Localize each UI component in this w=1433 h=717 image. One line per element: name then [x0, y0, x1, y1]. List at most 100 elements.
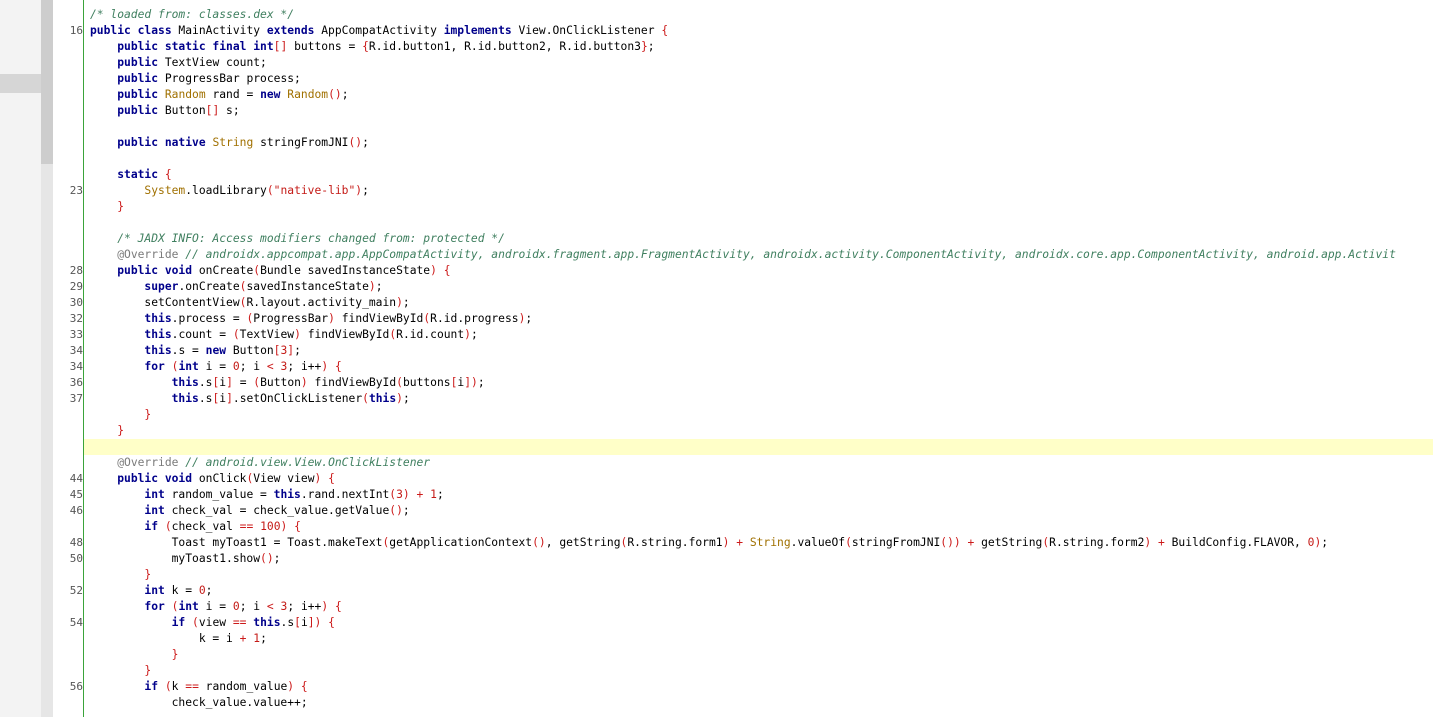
code-token: ; i++ — [287, 360, 322, 373]
code-line[interactable]: this.count = (TextView) findViewById(R.i… — [84, 327, 1433, 343]
line-number: 44 — [69, 472, 83, 485]
code-token: // android.view.View.OnClickListener — [185, 456, 431, 469]
code-token: for — [144, 360, 165, 373]
code-token: ; — [436, 488, 444, 501]
code-line[interactable]: check_value.value++; — [84, 695, 1433, 711]
code-token: ; — [205, 584, 213, 597]
code-line[interactable]: public void onCreate(Bundle savedInstanc… — [84, 263, 1433, 279]
code-line[interactable]: Toast myToast1 = Toast.makeText (getAppli… — [84, 535, 1433, 551]
code-line-text: } — [90, 647, 179, 663]
code-line[interactable]: public native String stringFromJNI(); — [84, 135, 1433, 151]
code-token: 3 — [396, 488, 403, 501]
code-line-text: public void onCreate(Bundle savedInstanc… — [90, 263, 450, 279]
code-token: Button — [158, 104, 206, 117]
code-token: .setOnClickListener — [232, 392, 363, 405]
code-line-text: for (int i = 0; i < 3; i++) { — [90, 599, 341, 615]
code-line[interactable]: if (check_val == 100) { — [84, 519, 1433, 535]
code-line[interactable]: /* JADX INFO: Access modifiers changed f… — [84, 231, 1433, 247]
code-token: () — [328, 88, 342, 101]
line-number: 30 — [69, 296, 83, 309]
code-line-text: this.count = (TextView) findViewById(R.i… — [90, 327, 477, 343]
code-line[interactable]: public void onClick(View view) { — [84, 471, 1433, 487]
code-line[interactable]: } — [84, 407, 1433, 423]
code-line[interactable]: public Button[] s; — [84, 103, 1433, 119]
code-line[interactable]: if (view == this.s[i]) { — [84, 615, 1433, 631]
code-token: ; i — [239, 600, 267, 613]
code-line-text: if (view == this.s[i]) { — [90, 615, 335, 631]
code-token: s; — [219, 104, 240, 117]
file-tree-selected-item[interactable] — [0, 74, 41, 93]
code-line[interactable]: public TextView count; — [84, 55, 1433, 71]
code-line[interactable]: } — [84, 199, 1433, 215]
code-line[interactable]: this.s[i] = (Button) findViewById(button… — [84, 375, 1433, 391]
code-line[interactable] — [84, 151, 1433, 167]
code-line[interactable]: myToast1.show(); — [84, 551, 1433, 567]
code-line[interactable]: setContentView(R.layout.activity_main); — [84, 295, 1433, 311]
code-line[interactable]: int random_value = this.rand.nextInt(3) … — [84, 487, 1433, 503]
code-line[interactable] — [84, 215, 1433, 231]
code-token: ) — [396, 392, 403, 405]
code-token: .s — [280, 616, 295, 629]
code-line-text: } — [90, 423, 124, 439]
code-line[interactable]: /* loaded from: classes.dex */ — [84, 7, 1433, 23]
code-token: ; — [402, 296, 410, 309]
code-line[interactable]: int k = 0; — [84, 583, 1433, 599]
code-line[interactable]: @Override // androidx.appcompat.app.AppC… — [84, 247, 1433, 263]
code-viewer-window: ⋮ 16232829303233343436374445464850525456… — [0, 0, 1433, 717]
code-line[interactable] — [84, 119, 1433, 135]
code-line-text: for (int i = 0; i < 3; i++) { — [90, 359, 341, 375]
code-line[interactable]: public class MainActivity extends AppCom… — [84, 23, 1433, 39]
code-line[interactable]: System.loadLibrary("native-lib"); — [84, 183, 1433, 199]
code-line[interactable]: } — [84, 423, 1433, 439]
file-tree-scrollbar-thumb[interactable] — [41, 0, 53, 164]
code-token: k = i — [90, 632, 240, 645]
code-line-text: /* JADX INFO: Access modifiers changed f… — [90, 231, 505, 247]
current-line-highlight[interactable] — [84, 439, 1433, 455]
code-line[interactable]: k = i + 1; — [84, 631, 1433, 647]
code-line[interactable]: this.process = (ProgressBar) findViewByI… — [84, 311, 1433, 327]
code-token: onClick — [192, 472, 247, 485]
code-line[interactable]: for (int i = 0; i < 3; i++) { — [84, 599, 1433, 615]
code-line-text: } — [90, 407, 151, 423]
code-token: public class — [90, 24, 172, 37]
code-token: random_value = — [164, 488, 274, 501]
code-token: Toast myToast1 = Toast.makeText — [90, 536, 383, 549]
code-token: 1 — [430, 488, 437, 501]
code-line[interactable]: public static final int[] buttons = {R.i… — [84, 39, 1433, 55]
code-line[interactable]: this.s[i].setOnClickListener(this); — [84, 391, 1433, 407]
code-token: rand = — [205, 88, 261, 101]
code-line[interactable]: if (k == random_value) { — [84, 679, 1433, 695]
file-tree-scrollbar[interactable] — [41, 0, 53, 717]
code-editor[interactable]: /* loaded from: classes.dex */ public cla… — [84, 0, 1433, 717]
code-line[interactable]: } — [84, 567, 1433, 583]
code-token: ) — [300, 376, 308, 389]
line-number: 45 — [69, 488, 83, 501]
code-line[interactable]: int check_val = check_value.getValue(); — [84, 503, 1433, 519]
code-line[interactable]: public ProgressBar process; — [84, 71, 1433, 87]
code-token: ) — [464, 328, 471, 341]
code-line-text: super.onCreate(savedInstanceState); — [90, 279, 382, 295]
code-line[interactable]: } — [84, 663, 1433, 679]
code-line-text: } — [90, 199, 124, 215]
code-line[interactable]: static { — [84, 167, 1433, 183]
code-token: ( — [232, 328, 240, 341]
code-token: } — [117, 200, 125, 213]
code-token: ; — [477, 376, 485, 389]
code-line[interactable]: public Random rand = new Random(); — [84, 87, 1433, 103]
code-line[interactable]: @Override // android.view.View.OnClickLi… — [84, 455, 1433, 471]
code-line[interactable]: for (int i = 0; i < 3; i++) { — [84, 359, 1433, 375]
code-token: ; — [362, 184, 369, 197]
code-line[interactable]: } — [84, 647, 1433, 663]
code-line[interactable]: this.s = new Button[3]; — [84, 343, 1433, 359]
code-token: TextView count; — [158, 56, 267, 69]
code-token: MainActivity — [171, 24, 267, 37]
code-line[interactable]: super.onCreate(savedInstanceState); — [84, 279, 1433, 295]
code-token: setContentView — [90, 296, 240, 309]
code-token: ) — [402, 488, 410, 501]
